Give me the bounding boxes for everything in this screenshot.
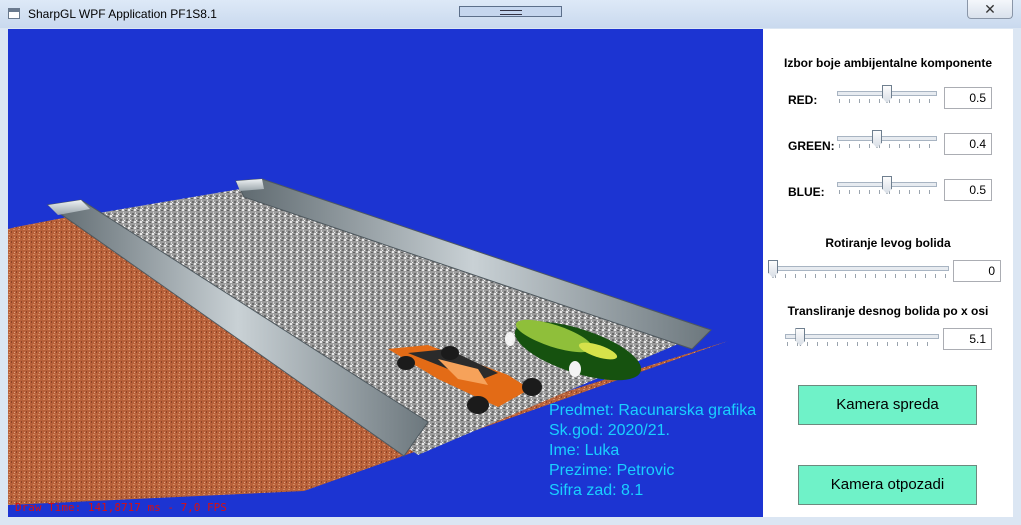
red-value-input[interactable]: 0.5 — [944, 87, 992, 109]
slider-track — [773, 266, 949, 271]
title-bar[interactable]: SharpGL WPF Application PF1S8.1 ✕ — [0, 0, 1021, 28]
slider-ticks — [787, 342, 937, 346]
opengl-viewport[interactable]: Predmet: Racunarska grafika Sk.god: 2020… — [8, 29, 763, 517]
info-line: Sifra zad: 8.1 — [549, 482, 644, 499]
project-info: Predmet: Racunarska grafika Sk.god: 2020… — [549, 401, 756, 501]
ambient-color-heading: Izbor boje ambijentalne komponente — [783, 56, 993, 70]
control-panel: Izbor boje ambijentalne komponente RED: … — [763, 29, 1013, 517]
right-wall-cap — [236, 179, 264, 191]
info-line: Predmet: Racunarska grafika — [549, 402, 757, 419]
red-label: RED: — [788, 93, 818, 107]
slider-track — [785, 334, 939, 339]
blue-value-input[interactable]: 0.5 — [944, 179, 992, 201]
draw-time-readout: Draw Time: 141,8717 ms - 7,0 FPS — [15, 501, 227, 514]
translate-slider[interactable] — [785, 328, 939, 350]
green-label: GREEN: — [788, 139, 835, 153]
info-line: Sk.god: 2020/21. — [549, 422, 670, 439]
slider-track — [837, 136, 937, 141]
blue-label: BLUE: — [788, 185, 825, 199]
blue-slider[interactable] — [837, 176, 937, 198]
close-button[interactable]: ✕ — [967, 0, 1013, 19]
camera-back-button[interactable]: Kamera otpozadi — [798, 465, 977, 505]
rotate-slider[interactable] — [768, 260, 949, 282]
translate-heading: Transliranje desnog bolida po x osi — [787, 304, 989, 318]
translate-value-input[interactable]: 5.1 — [943, 328, 992, 350]
caption-grip-icon[interactable] — [459, 6, 562, 17]
slider-ticks — [839, 144, 935, 148]
camera-front-button[interactable]: Kamera spreda — [798, 385, 977, 425]
red-slider[interactable] — [837, 85, 937, 107]
green-slider[interactable] — [837, 130, 937, 152]
app-window-icon — [8, 8, 20, 19]
window-title: SharpGL WPF Application PF1S8.1 — [28, 7, 217, 21]
rotate-value-input[interactable]: 0 — [953, 260, 1001, 282]
info-line: Ime: Luka — [549, 442, 620, 459]
slider-ticks — [775, 274, 947, 278]
info-line: Prezime: Petrovic — [549, 462, 675, 479]
green-value-input[interactable]: 0.4 — [944, 133, 992, 155]
rotate-heading: Rotiranje levog bolida — [825, 236, 951, 250]
